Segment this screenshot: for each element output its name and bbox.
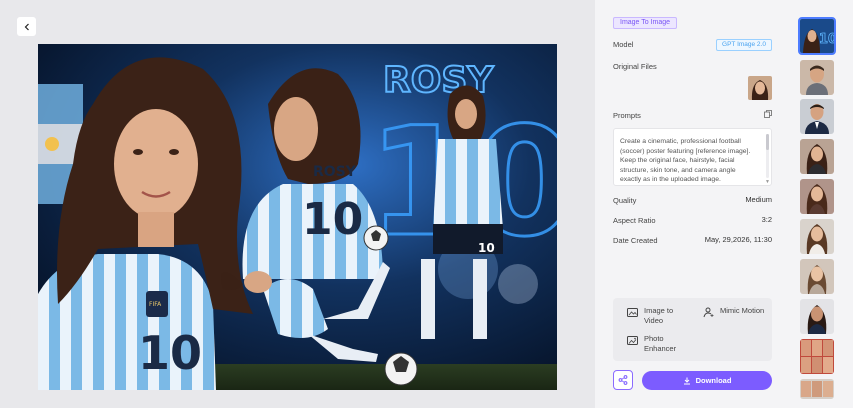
chevron-left-icon bbox=[24, 23, 29, 30]
prompts-label: Prompts bbox=[613, 111, 641, 120]
mode-tag: Image To Image bbox=[613, 17, 678, 29]
generated-image[interactable]: ROSY 10 10 FIFA ROSY 10 bbox=[38, 44, 557, 390]
svg-text:10: 10 bbox=[138, 326, 202, 380]
prompt-scroll-thumb[interactable] bbox=[766, 134, 769, 150]
tools-card: Image to Video Mimic Motion Photo Enhanc… bbox=[613, 298, 772, 361]
image-video-icon bbox=[627, 308, 638, 317]
download-button[interactable]: Download bbox=[642, 371, 772, 390]
copy-icon[interactable] bbox=[764, 110, 772, 118]
mimic-motion-button[interactable]: Mimic Motion bbox=[703, 306, 765, 318]
poster-artwork: ROSY 10 10 FIFA ROSY 10 bbox=[38, 44, 557, 390]
history-thumbnail[interactable] bbox=[800, 339, 834, 374]
aspect-ratio-label: Aspect Ratio bbox=[613, 216, 656, 225]
original-files-label: Original Files bbox=[613, 62, 657, 71]
image-to-video-button[interactable]: Image to Video bbox=[627, 306, 687, 326]
image-to-video-label: Image to Video bbox=[644, 306, 674, 325]
svg-text:10: 10 bbox=[478, 241, 495, 255]
jersey-name-text: ROSY bbox=[313, 164, 357, 180]
history-thumbnail[interactable] bbox=[800, 379, 834, 399]
date-created-value: May, 29,2026, 11:30 bbox=[704, 235, 772, 244]
history-thumbnail[interactable] bbox=[800, 99, 834, 134]
history-thumbnail[interactable] bbox=[800, 60, 834, 95]
badge-text: FIFA bbox=[149, 301, 162, 308]
history-thumbnail[interactable] bbox=[800, 139, 834, 174]
history-thumbnail[interactable]: 10 bbox=[798, 17, 836, 55]
history-thumbnail[interactable] bbox=[800, 259, 834, 294]
scroll-down-icon[interactable]: ▼ bbox=[765, 179, 770, 185]
back-button[interactable] bbox=[17, 17, 36, 36]
prompt-textbox[interactable]: Create a cinematic, professional footbal… bbox=[613, 128, 772, 186]
share-icon bbox=[618, 375, 628, 385]
history-thumbnail[interactable] bbox=[800, 299, 834, 334]
jersey-number-text: 10 bbox=[302, 194, 363, 245]
history-thumbnail[interactable] bbox=[800, 219, 834, 254]
date-created-label: Date Created bbox=[613, 236, 658, 245]
aspect-ratio-value: 3:2 bbox=[761, 215, 772, 224]
model-value: GPT Image 2.0 bbox=[716, 39, 772, 51]
model-label: Model bbox=[613, 40, 634, 49]
quality-value: Medium bbox=[745, 195, 772, 204]
photo-enhancer-button[interactable]: Photo Enhancer bbox=[627, 334, 687, 354]
history-thumbnail[interactable] bbox=[800, 179, 834, 214]
original-file-thumbnail[interactable] bbox=[748, 76, 772, 100]
photo-enhancer-label: Photo Enhancer bbox=[644, 334, 677, 353]
prompt-text: Create a cinematic, professional footbal… bbox=[620, 138, 751, 184]
svg-text:10: 10 bbox=[819, 32, 834, 47]
quality-label: Quality bbox=[613, 196, 637, 205]
enhance-photo-icon bbox=[627, 336, 638, 345]
download-label: Download bbox=[695, 376, 732, 385]
image-viewer: ROSY 10 10 FIFA ROSY 10 bbox=[0, 0, 595, 408]
download-icon bbox=[683, 377, 690, 384]
mimic-motion-label: Mimic Motion bbox=[720, 306, 765, 315]
share-button[interactable] bbox=[613, 370, 633, 390]
person-motion-icon bbox=[703, 307, 714, 318]
